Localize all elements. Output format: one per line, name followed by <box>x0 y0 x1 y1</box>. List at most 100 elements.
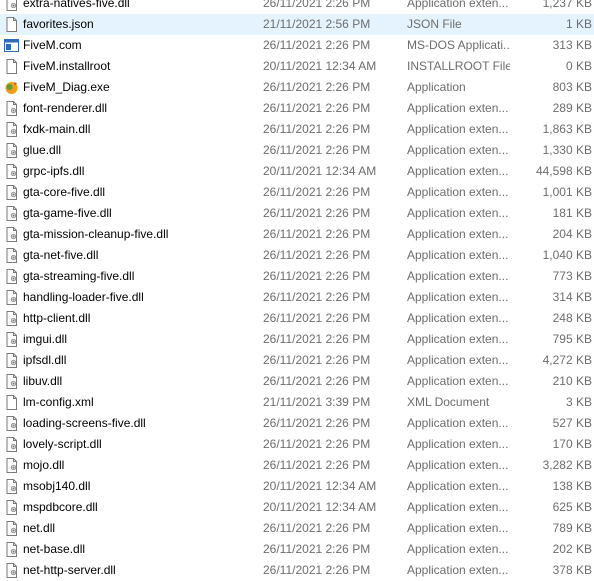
file-date-modified: 26/11/2021 2:26 PM <box>263 521 371 535</box>
file-name: gta-mission-cleanup-five.dll <box>23 227 169 241</box>
file-name: loading-screens-five.dll <box>23 416 146 430</box>
file-size: 138 KB <box>552 479 592 493</box>
file-date-modified: 26/11/2021 2:26 PM <box>263 122 371 136</box>
generic-file-icon <box>4 59 19 74</box>
file-name: lm-config.xml <box>23 395 94 409</box>
file-row[interactable]: FiveM.com 26/11/2021 2:26 PM MS-DOS Appl… <box>0 35 594 56</box>
file-date-modified: 26/11/2021 2:26 PM <box>263 227 371 241</box>
dll-file-icon <box>4 500 19 515</box>
dll-file-icon <box>4 164 19 179</box>
file-date-modified: 26/11/2021 2:26 PM <box>263 416 371 430</box>
file-date-modified: 26/11/2021 2:26 PM <box>263 458 371 472</box>
file-row[interactable]: glue.dll 26/11/2021 2:26 PM Application … <box>0 140 594 161</box>
file-date-modified: 20/11/2021 12:34 AM <box>263 479 377 493</box>
file-name: fxdk-main.dll <box>23 122 91 136</box>
file-type: Application exten... <box>407 416 509 430</box>
file-name: gta-streaming-five.dll <box>23 269 135 283</box>
dll-file-icon <box>4 185 19 200</box>
file-row[interactable]: http-client.dll 26/11/2021 2:26 PM Appli… <box>0 308 594 329</box>
file-name: net.dll <box>23 521 56 535</box>
file-date-modified: 26/11/2021 2:26 PM <box>263 80 371 94</box>
dll-file-icon <box>4 101 19 116</box>
file-name: extra-natives-five.dll <box>23 0 130 10</box>
file-row[interactable]: lovely-script.dll 26/11/2021 2:26 PM App… <box>0 434 594 455</box>
file-date-modified: 26/11/2021 2:26 PM <box>263 143 371 157</box>
dll-file-icon <box>4 143 19 158</box>
file-row[interactable]: gta-streaming-five.dll 26/11/2021 2:26 P… <box>0 266 594 287</box>
file-name: glue.dll <box>23 143 62 157</box>
file-row[interactable]: net-http-server.dll 26/11/2021 2:26 PM A… <box>0 560 594 581</box>
file-row[interactable]: gta-mission-cleanup-five.dll 26/11/2021 … <box>0 224 594 245</box>
file-size: 248 KB <box>552 311 592 325</box>
file-row[interactable]: FiveM_Diag.exe 26/11/2021 2:26 PM Applic… <box>0 77 594 98</box>
dll-file-icon <box>4 437 19 452</box>
dll-file-icon <box>4 290 19 305</box>
file-row[interactable]: gta-core-five.dll 26/11/2021 2:26 PM App… <box>0 182 594 203</box>
dll-file-icon <box>4 353 19 368</box>
file-date-modified: 26/11/2021 2:26 PM <box>263 311 371 325</box>
file-size: 313 KB <box>552 38 592 52</box>
file-row[interactable]: FiveM.installroot 20/11/2021 12:34 AM IN… <box>0 56 594 77</box>
file-size: 4,272 KB <box>542 353 592 367</box>
dll-file-icon <box>4 269 19 284</box>
file-row[interactable]: extra-natives-five.dll 26/11/2021 2:26 P… <box>0 0 594 14</box>
file-size: 1,040 KB <box>542 248 592 262</box>
file-row[interactable]: libuv.dll 26/11/2021 2:26 PM Application… <box>0 371 594 392</box>
generic-file-icon <box>4 395 19 410</box>
file-row[interactable]: ipfsdl.dll 26/11/2021 2:26 PM Applicatio… <box>0 350 594 371</box>
file-name: gta-core-five.dll <box>23 185 106 199</box>
dll-file-icon <box>4 521 19 536</box>
file-row[interactable]: net.dll 26/11/2021 2:26 PM Application e… <box>0 518 594 539</box>
file-type: MS-DOS Applicati... <box>407 38 510 52</box>
file-type: Application exten... <box>407 185 509 199</box>
file-size: 314 KB <box>552 290 592 304</box>
file-size: 789 KB <box>552 521 592 535</box>
file-size: 202 KB <box>552 542 592 556</box>
file-row[interactable]: imgui.dll 26/11/2021 2:26 PM Application… <box>0 329 594 350</box>
file-row[interactable]: fxdk-main.dll 26/11/2021 2:26 PM Applica… <box>0 119 594 140</box>
file-row[interactable]: handling-loader-five.dll 26/11/2021 2:26… <box>0 287 594 308</box>
file-row[interactable]: mojo.dll 26/11/2021 2:26 PM Application … <box>0 455 594 476</box>
dll-file-icon <box>4 479 19 494</box>
file-row[interactable]: font-renderer.dll 26/11/2021 2:26 PM App… <box>0 98 594 119</box>
dll-file-icon <box>4 122 19 137</box>
file-size: 803 KB <box>552 80 592 94</box>
file-row[interactable]: net-base.dll 26/11/2021 2:26 PM Applicat… <box>0 539 594 560</box>
file-size: 1 KB <box>565 17 592 31</box>
file-row[interactable]: loading-screens-five.dll 26/11/2021 2:26… <box>0 413 594 434</box>
file-type: Application exten... <box>407 437 509 451</box>
file-date-modified: 26/11/2021 2:26 PM <box>263 290 371 304</box>
file-type: Application exten... <box>407 206 509 220</box>
file-row[interactable]: msobj140.dll 20/11/2021 12:34 AM Applica… <box>0 476 594 497</box>
file-name: gta-game-five.dll <box>23 206 112 220</box>
file-row[interactable]: lm-config.xml 21/11/2021 3:39 PM XML Doc… <box>0 392 594 413</box>
dll-file-icon <box>4 227 19 242</box>
file-size: 170 KB <box>552 437 592 451</box>
file-type: Application exten... <box>407 269 509 283</box>
file-date-modified: 26/11/2021 2:26 PM <box>263 38 371 52</box>
file-date-modified: 26/11/2021 2:26 PM <box>263 206 371 220</box>
file-name: msobj140.dll <box>23 479 91 493</box>
file-row[interactable]: grpc-ipfs.dll 20/11/2021 12:34 AM Applic… <box>0 161 594 182</box>
file-date-modified: 26/11/2021 2:26 PM <box>263 0 371 10</box>
file-name: font-renderer.dll <box>23 101 108 115</box>
file-size: 1,237 KB <box>542 0 592 10</box>
file-date-modified: 20/11/2021 12:34 AM <box>263 59 377 73</box>
file-name: FiveM.installroot <box>23 59 111 73</box>
file-name: FiveM.com <box>23 38 82 52</box>
file-date-modified: 26/11/2021 2:26 PM <box>263 185 371 199</box>
dll-file-icon <box>4 311 19 326</box>
file-size: 3,282 KB <box>542 458 592 472</box>
file-type: Application exten... <box>407 500 509 514</box>
file-date-modified: 26/11/2021 2:26 PM <box>263 374 371 388</box>
file-type: Application exten... <box>407 143 509 157</box>
file-row[interactable]: favorites.json 21/11/2021 2:56 PM JSON F… <box>0 14 594 35</box>
file-size: 527 KB <box>552 416 592 430</box>
file-row[interactable]: gta-net-five.dll 26/11/2021 2:26 PM Appl… <box>0 245 594 266</box>
file-size: 204 KB <box>552 227 592 241</box>
file-type: Application exten... <box>407 521 509 535</box>
generic-file-icon <box>4 17 19 32</box>
file-size: 289 KB <box>552 101 592 115</box>
file-row[interactable]: gta-game-five.dll 26/11/2021 2:26 PM App… <box>0 203 594 224</box>
file-row[interactable]: mspdbcore.dll 20/11/2021 12:34 AM Applic… <box>0 497 594 518</box>
